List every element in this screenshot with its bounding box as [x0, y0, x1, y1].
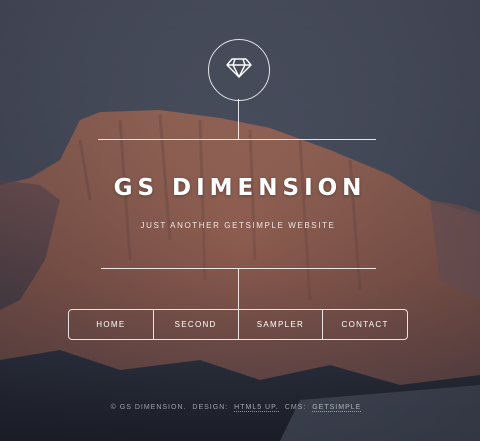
site-title: GS DIMENSION [113, 175, 367, 201]
nav-item-contact[interactable]: CONTACT [323, 310, 407, 339]
logo-circle [208, 39, 270, 101]
footer-design-label: DESIGN: [192, 404, 229, 411]
footer-design-link[interactable]: HTML5 UP. [234, 404, 279, 412]
nav-item-second[interactable]: SECOND [154, 310, 239, 339]
footer: © GS DIMENSION. DESIGN: HTML5 UP. CMS: G… [0, 404, 472, 412]
nav-item-home[interactable]: HOME [69, 310, 154, 339]
nav-item-sampler[interactable]: SAMPLER [239, 310, 324, 339]
diamond-icon [226, 57, 252, 84]
footer-cms-label: CMS: [284, 404, 307, 411]
site-tagline: JUST ANOTHER GETSIMPLE WEBSITE [140, 221, 336, 230]
connector-line-top [238, 99, 239, 139]
footer-copyright: © GS DIMENSION. [110, 404, 187, 411]
main-nav: HOME SECOND SAMPLER CONTACT [68, 309, 408, 340]
footer-cms-link[interactable]: GETSIMPLE [312, 404, 362, 412]
connector-line-bottom [238, 269, 239, 309]
header-divider-top [98, 139, 376, 140]
